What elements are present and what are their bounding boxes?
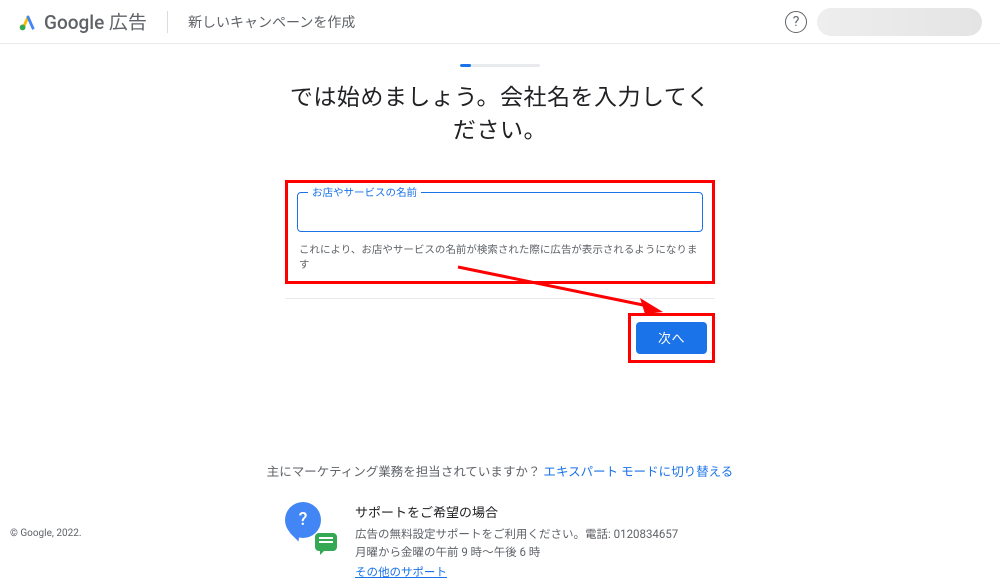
- business-name-field[interactable]: お店やサービスの名前: [297, 192, 703, 232]
- expert-mode-row: 主にマーケティング業務を担当されていますか？ エキスパート モードに切り替える: [0, 461, 1000, 480]
- form-section: お店やサービスの名前 これにより、お店やサービスの名前が検索された際に広告が表示…: [285, 180, 715, 284]
- header-right: ?: [785, 8, 982, 36]
- helper-text: これにより、お店やサービスの名前が検索された際に広告が表示されるようになります: [297, 242, 703, 272]
- support-line-1: 広告の無料設定サポートをご利用ください。電話: 0120834657: [355, 525, 715, 543]
- app-header: Google 広告 新しいキャンペーンを作成 ?: [0, 0, 1000, 44]
- support-phone: 0120834657: [614, 527, 679, 541]
- divider: [167, 11, 168, 33]
- section-divider: [285, 298, 715, 299]
- question-bubble-icon: ?: [285, 502, 321, 538]
- progress-bar: [460, 64, 540, 67]
- annotation-box-next: 次へ: [628, 313, 715, 363]
- copyright: © Google, 2022.: [10, 528, 81, 539]
- next-button[interactable]: 次へ: [636, 322, 707, 354]
- support-title: サポートをご希望の場合: [355, 502, 715, 521]
- chat-bubble-icon: [315, 533, 337, 551]
- help-icon[interactable]: ?: [785, 11, 807, 33]
- page-subtitle: 新しいキャンペーンを作成: [188, 12, 355, 32]
- logo-text-2: 広告: [109, 11, 147, 34]
- ads-logo-icon: [18, 12, 38, 32]
- annotation-box-input: お店やサービスの名前 これにより、お店やサービスの名前が検索された際に広告が表示…: [285, 180, 715, 284]
- logo-text-1: Google: [44, 11, 104, 34]
- field-label: お店やサービスの名前: [308, 185, 421, 200]
- support-text: サポートをご希望の場合 広告の無料設定サポートをご利用ください。電話: 0120…: [355, 502, 715, 580]
- other-support-link[interactable]: その他のサポート: [355, 565, 447, 579]
- expert-mode-link[interactable]: エキスパート モードに切り替える: [543, 465, 733, 480]
- support-icon-group: ?: [285, 502, 335, 550]
- account-area[interactable]: [817, 8, 982, 36]
- progress-fill: [460, 64, 471, 67]
- expert-question: 主にマーケティング業務を担当されていますか？: [267, 465, 544, 480]
- actions-row: 次へ: [285, 313, 715, 363]
- header-left: Google 広告 新しいキャンペーンを作成: [18, 8, 355, 35]
- page-title: では始めましょう。会社名を入力してください。: [280, 81, 720, 148]
- support-section: ? サポートをご希望の場合 広告の無料設定サポートをご利用ください。電話: 01…: [285, 502, 715, 580]
- support-line-2: 月曜から金曜の午前 9 時〜午後 6 時: [355, 543, 715, 561]
- google-ads-logo[interactable]: Google 広告: [18, 8, 147, 35]
